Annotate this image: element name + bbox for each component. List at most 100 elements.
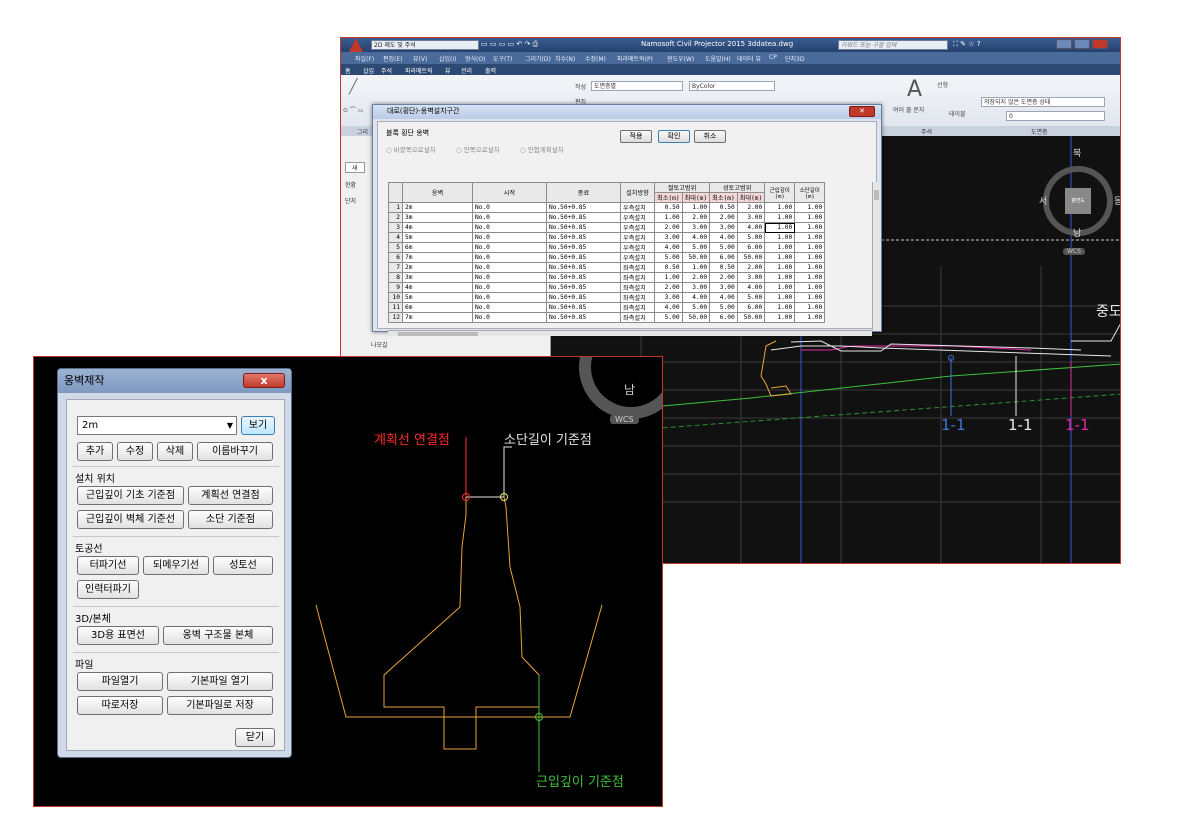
table-cell[interactable]: 3.00: [736, 272, 766, 283]
table-cell[interactable]: 5.00: [654, 312, 683, 323]
table-cell[interactable]: 0.50: [654, 262, 683, 273]
table-cell[interactable]: 4.00: [654, 242, 683, 253]
table-cell[interactable]: 1.00: [764, 292, 796, 303]
table-cell[interactable]: 1.00: [681, 202, 711, 213]
menu-item[interactable]: 그리기(D): [525, 54, 551, 63]
table-cell[interactable]: 1.00: [764, 272, 796, 283]
plan-connect-button[interactable]: 계획선 연결점: [188, 486, 273, 505]
table-cell[interactable]: No.50+0.85: [546, 302, 621, 313]
table-cell[interactable]: 1.00: [794, 232, 826, 243]
ribbon-tab[interactable]: 삽입: [363, 66, 374, 75]
open-default-file-button[interactable]: 기본파일 열기: [167, 672, 273, 691]
table-cell[interactable]: No.50+0.85: [546, 312, 621, 323]
delete-button[interactable]: 삭제: [157, 442, 193, 461]
status-item[interactable]: 현황: [345, 180, 356, 189]
table-cell[interactable]: No.50+0.85: [546, 242, 621, 253]
panel-annot-label[interactable]: 주석: [921, 127, 932, 136]
table-row[interactable]: 1 2m No.0 No.50+0.85 우측설치 0.50 1.00 0.50 2.00 1.0…: [388, 202, 826, 213]
menu-item[interactable]: 형식(O): [465, 54, 485, 63]
color-select[interactable]: ByColor: [689, 81, 775, 91]
ribbon-tab[interactable]: 관리: [461, 66, 472, 75]
table-cell[interactable]: 우측설치: [620, 202, 655, 213]
table-vertical-scrollbar[interactable]: [872, 182, 879, 330]
panel-layer-label[interactable]: 도면층: [1031, 127, 1048, 136]
table-row[interactable]: 11 6m No.0 No.50+0.85 좌측설치 4.00 5.00 5.00 6.00 1.…: [388, 302, 826, 313]
table-label[interactable]: 테이블: [949, 109, 966, 118]
table-cell[interactable]: 0.50: [709, 202, 738, 213]
table-cell[interactable]: 4.00: [709, 232, 738, 243]
table-cell[interactable]: 4.00: [681, 292, 711, 303]
table-cell[interactable]: 1.00: [794, 292, 826, 303]
menu-item[interactable]: 수정(M): [585, 54, 606, 63]
table-cell[interactable]: 4m: [402, 222, 473, 233]
help-icons[interactable]: ⛶ ✎ ☆ ?: [953, 40, 980, 49]
viewcube-top-face[interactable]: 평면도: [1065, 188, 1091, 214]
berm-base-button[interactable]: 소단 기준점: [188, 510, 273, 529]
table-cell[interactable]: 2m: [402, 262, 473, 273]
table-cell[interactable]: No.50+0.85: [546, 212, 621, 223]
table-cell[interactable]: No.0: [472, 262, 547, 273]
close-button[interactable]: 닫기: [235, 728, 275, 747]
dialog-close-button[interactable]: ✕: [849, 106, 875, 117]
table-horizontal-scrollbar[interactable]: [388, 330, 872, 336]
ribbon-tab[interactable]: 주석: [381, 66, 392, 75]
palette-close-button[interactable]: x: [243, 373, 285, 388]
embed-base-point-button[interactable]: 근입깊이 기초 기준점: [77, 486, 184, 505]
menu-item[interactable]: 뷰(V): [413, 54, 427, 63]
wall-body-button[interactable]: 옹벽 구조물 본체: [163, 626, 273, 645]
table-cell[interactable]: 6m: [402, 302, 473, 313]
column-header[interactable]: 설치방향: [620, 182, 655, 203]
table-cell[interactable]: 4.00: [709, 292, 738, 303]
menu-item[interactable]: 치수(N): [555, 54, 575, 63]
search-input[interactable]: 키워드 또는 구절 입력: [838, 40, 948, 50]
wall-type-select[interactable]: 2m ▼: [77, 416, 237, 435]
table-cell[interactable]: 1.00: [764, 282, 796, 293]
ok-button[interactable]: 확인: [658, 130, 690, 143]
table-cell[interactable]: 1.00: [794, 212, 826, 223]
table-cell[interactable]: No.0: [472, 232, 547, 243]
table-cell[interactable]: 3.00: [709, 222, 738, 233]
table-cell[interactable]: 2.00: [681, 212, 711, 223]
table-cell[interactable]: 3.00: [681, 282, 711, 293]
menu-item[interactable]: 편집(E): [383, 54, 403, 63]
table-cell[interactable]: No.0: [472, 312, 547, 323]
table-cell[interactable]: 좌측설치: [620, 302, 655, 313]
table-row[interactable]: 6 7m No.0 No.50+0.85 우측설치 5.00 50.00 6.00 50.00 1…: [388, 252, 826, 263]
table-cell[interactable]: 우측설치: [620, 252, 655, 263]
table-row[interactable]: 4 5m No.0 No.50+0.85 우측설치 3.00 4.00 4.00 5.00 1.0…: [388, 232, 826, 243]
table-cell[interactable]: 1.00: [764, 242, 796, 253]
column-header[interactable]: 종료: [546, 182, 621, 203]
table-row[interactable]: 5 6m No.0 No.50+0.85 우측설치 4.00 5.00 5.00 6.00 1.0…: [388, 242, 826, 253]
ribbon-tab[interactable]: 파라메트릭: [405, 66, 433, 75]
add-button[interactable]: 추가: [77, 442, 113, 461]
table-cell[interactable]: 5m: [402, 232, 473, 243]
table-cell[interactable]: 6m: [402, 242, 473, 253]
menu-item[interactable]: CP: [769, 54, 777, 61]
radio-adjacent[interactable]: ○ 인접계획설치: [520, 144, 564, 154]
table-cell[interactable]: 50.00: [681, 312, 711, 323]
backfill-line-button[interactable]: 되메우기선: [143, 556, 209, 575]
menu-item[interactable]: 도구(T): [493, 54, 512, 63]
column-header[interactable]: 근입깊이 (m): [764, 182, 796, 203]
table-cell[interactable]: No.0: [472, 212, 547, 223]
wcs-badge[interactable]: WCS: [1063, 248, 1085, 255]
table-cell[interactable]: No.50+0.85: [546, 272, 621, 283]
menu-item[interactable]: 단지3D: [785, 54, 804, 63]
table-row[interactable]: 8 3m No.0 No.50+0.85 좌측설치 1.00 2.00 2.00 3.00 1.0…: [388, 272, 826, 283]
table-cell[interactable]: 우측설치: [620, 222, 655, 233]
table-cell[interactable]: 0.50: [654, 202, 683, 213]
table-cell[interactable]: 2.00: [709, 212, 738, 223]
table-cell[interactable]: 1.00: [794, 272, 826, 283]
menu-item[interactable]: 데이터 뷰: [737, 54, 761, 63]
table-cell[interactable]: 50.00: [736, 252, 766, 263]
table-cell[interactable]: 1.00: [794, 222, 826, 233]
complex-item[interactable]: 단지: [345, 196, 356, 205]
table-cell[interactable]: 1.00: [654, 212, 683, 223]
table-cell[interactable]: 1.00: [794, 242, 826, 253]
modify-button[interactable]: 수정: [117, 442, 153, 461]
table-cell[interactable]: 1.00: [681, 262, 711, 273]
table-cell[interactable]: 3.00: [654, 232, 683, 243]
workspace-select[interactable]: 2D 제도 및 주석: [371, 40, 479, 50]
table-row[interactable]: 12 7m No.0 No.50+0.85 좌측설치 5.00 50.00 6.00 50.00…: [388, 312, 826, 323]
table-cell[interactable]: 4.00: [681, 232, 711, 243]
